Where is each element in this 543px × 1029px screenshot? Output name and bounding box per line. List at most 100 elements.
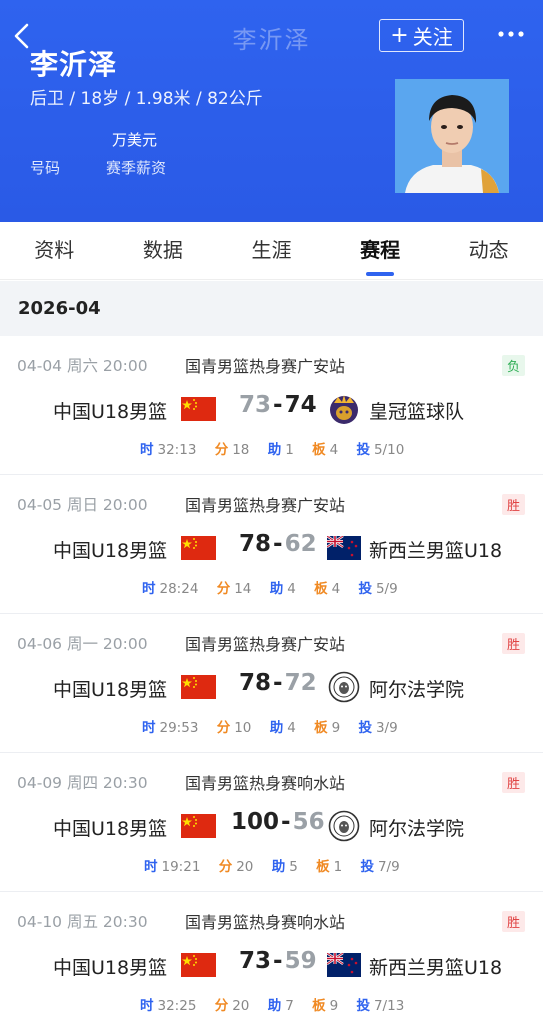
stat-assists: 5	[289, 859, 298, 875]
away-team: 阿尔法学院	[369, 818, 465, 840]
stat-fg: 7/13	[373, 998, 405, 1014]
stat-key-points: 分	[218, 859, 233, 875]
player-stat-line: 时 28:24 分 14 助4 板4 投 5/9	[142, 577, 412, 597]
stat-key-time: 时	[142, 720, 156, 736]
game-event: 国青男篮热身赛响水站	[185, 774, 346, 793]
stat-points: 10	[234, 720, 252, 736]
stat-key-rebounds: 板	[314, 581, 328, 597]
stat-key-fg: 投	[356, 442, 370, 458]
home-team: 中国U18男篮	[53, 679, 168, 701]
stat-fg: 3/9	[375, 720, 398, 736]
home-team: 中国U18男篮	[53, 540, 168, 562]
stat-time: 29:53	[159, 720, 199, 736]
stat-assists: 7	[285, 998, 294, 1014]
stat-assists: 4	[287, 720, 296, 736]
game-row[interactable]: 04-10 周五 20:30 国青男篮热身赛响水站 胜 中国U18男篮 73-5…	[0, 892, 543, 1029]
number-label: 号码	[30, 159, 61, 177]
china-flag-icon	[181, 536, 216, 560]
china-flag-icon	[181, 675, 216, 699]
game-list: 04-04 周六 20:00 国青男篮热身赛广安站 负 中国U18男篮 73-7…	[0, 336, 543, 1029]
stat-key-fg: 投	[360, 859, 374, 875]
home-score: 73	[239, 948, 272, 974]
stat-assists: 1	[285, 442, 294, 458]
follow-button[interactable]: + 关注	[379, 19, 464, 52]
home-team: 中国U18男篮	[53, 401, 168, 423]
tab-schedule[interactable]: 赛程	[326, 222, 435, 279]
nz-flag-icon	[327, 536, 361, 560]
player-stat-line: 时 19:21 分 20 助5 板1 投 7/9	[144, 855, 414, 875]
tab-profile[interactable]: 资料	[0, 222, 109, 279]
tab-career[interactable]: 生涯	[217, 222, 326, 279]
stat-key-points: 分	[216, 581, 231, 597]
score: 100-56	[231, 809, 325, 835]
crown-logo-icon	[330, 395, 358, 424]
home-score: 78	[239, 670, 272, 696]
tab-bar: 资料 数据 生涯 赛程 动态	[0, 222, 543, 280]
china-flag-icon	[181, 814, 216, 838]
game-date: 04-05 周日 20:00	[17, 496, 148, 514]
player-stat-line: 时 32:25 分 20 助7 板9 投 7/13	[140, 994, 418, 1014]
game-row[interactable]: 04-05 周日 20:00 国青男篮热身赛广安站 胜 中国U18男篮 78-6…	[0, 475, 543, 614]
tab-news[interactable]: 动态	[434, 222, 543, 279]
away-score: 59	[284, 948, 317, 974]
player-stat-line: 时 29:53 分 10 助4 板9 投 3/9	[142, 716, 412, 736]
alpha-academy-logo-icon	[328, 810, 360, 842]
stat-key-points: 分	[216, 720, 231, 736]
stat-rebounds: 9	[329, 998, 339, 1014]
game-event: 国青男篮热身赛广安站	[185, 357, 346, 376]
away-team: 新西兰男篮U18	[369, 540, 503, 562]
game-event: 国青男篮热身赛响水站	[185, 913, 346, 932]
game-date: 04-04 周六 20:00	[17, 357, 148, 375]
game-event: 国青男篮热身赛广安站	[185, 635, 346, 654]
stat-rebounds: 4	[331, 581, 341, 597]
score: 73-59	[239, 948, 317, 974]
plus-icon: +	[390, 22, 409, 48]
stat-time: 19:21	[161, 859, 201, 875]
stat-points: 20	[232, 998, 250, 1014]
stat-key-fg: 投	[356, 998, 370, 1014]
stat-key-time: 时	[140, 998, 154, 1014]
result-badge: 负	[502, 355, 525, 376]
game-row[interactable]: 04-04 周六 20:00 国青男篮热身赛广安站 负 中国U18男篮 73-7…	[0, 336, 543, 475]
stat-key-rebounds: 板	[314, 720, 328, 736]
stat-key-assists: 助	[269, 581, 284, 597]
away-score: 56	[292, 809, 325, 835]
away-score: 74	[284, 392, 317, 418]
away-team: 皇冠篮球队	[369, 401, 465, 423]
stat-key-time: 时	[142, 581, 156, 597]
result-badge: 胜	[502, 633, 525, 654]
stat-key-points: 分	[214, 442, 229, 458]
game-row[interactable]: 04-06 周一 20:00 国青男篮热身赛广安站 胜 中国U18男篮 78-7…	[0, 614, 543, 753]
result-badge: 胜	[502, 911, 525, 932]
follow-label: 关注	[412, 25, 453, 49]
salary-label: 赛季薪资	[106, 159, 167, 177]
score: 73-74	[239, 392, 317, 418]
more-icon[interactable]	[496, 24, 526, 44]
stat-rebounds: 1	[333, 859, 343, 875]
stat-fg: 5/10	[373, 442, 405, 458]
home-score: 73	[239, 392, 272, 418]
away-team: 阿尔法学院	[369, 679, 465, 701]
stat-fg: 5/9	[375, 581, 398, 597]
tab-stats[interactable]: 数据	[109, 222, 218, 279]
nz-flag-icon	[327, 953, 361, 977]
stat-time: 28:24	[159, 581, 199, 597]
score: 78-72	[239, 670, 317, 696]
result-badge: 胜	[502, 772, 525, 793]
stat-points: 20	[236, 859, 254, 875]
game-row[interactable]: 04-09 周四 20:30 国青男篮热身赛响水站 胜 中国U18男篮 100-…	[0, 753, 543, 892]
result-badge: 胜	[502, 494, 525, 515]
home-score: 100	[231, 809, 280, 835]
stat-key-assists: 助	[269, 720, 284, 736]
month-header: 2026-04	[0, 281, 543, 336]
player-header: 李沂泽 + 关注 李沂泽 后卫 / 18岁 / 1.98米 / 82公斤 万美元…	[0, 0, 543, 222]
stat-key-rebounds: 板	[312, 998, 326, 1014]
away-score: 62	[284, 531, 317, 557]
stat-key-assists: 助	[271, 859, 286, 875]
stat-points: 14	[234, 581, 252, 597]
home-team: 中国U18男篮	[53, 818, 168, 840]
game-date: 04-10 周五 20:30	[17, 913, 148, 931]
stat-key-points: 分	[214, 998, 229, 1014]
china-flag-icon	[181, 397, 216, 421]
game-date: 04-06 周一 20:00	[17, 635, 148, 653]
